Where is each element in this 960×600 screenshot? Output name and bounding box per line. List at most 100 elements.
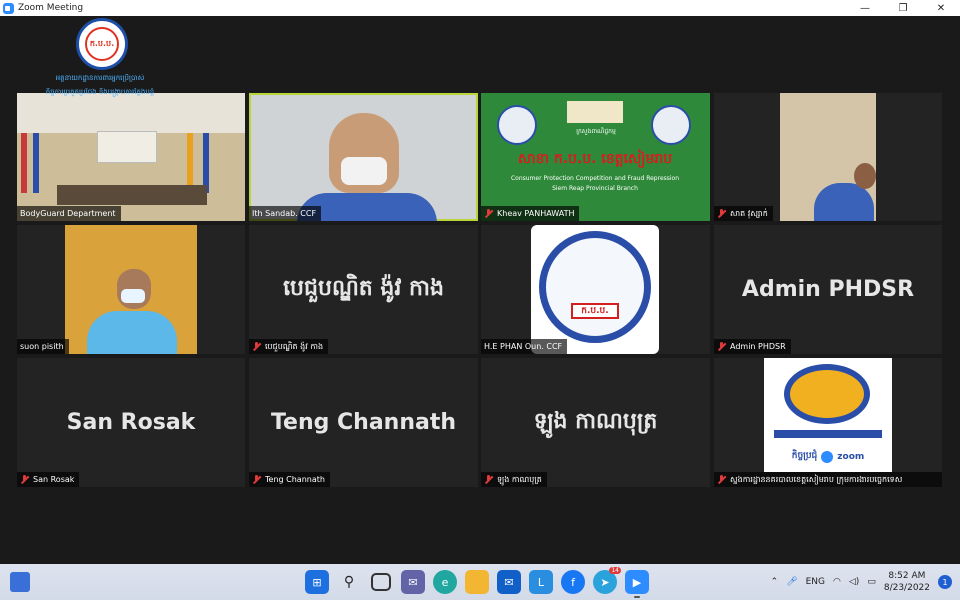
chevron-up-icon[interactable]: ⌃ bbox=[771, 577, 779, 587]
logo-ribbon bbox=[774, 430, 882, 438]
window-title: Zoom Meeting bbox=[18, 3, 84, 13]
flag bbox=[33, 133, 39, 193]
participant-tile-khmer-user[interactable]: បេជួបណ្ឌិត ង៉ូវ កាង បេជួបណ្ឌិត ង៉ូវ កាង bbox=[249, 225, 478, 354]
zoom-logo-icon bbox=[821, 450, 834, 463]
banner-title: សាខា ក.ប.ប. ខេត្តសៀមរាប bbox=[517, 151, 673, 167]
system-clock[interactable]: 8:52 AM 8/23/2022 bbox=[884, 570, 930, 594]
participant-tile-ith-sandab[interactable]: Ith Sandab. CCF bbox=[249, 93, 478, 221]
maximize-button[interactable]: ❐ bbox=[884, 0, 922, 16]
muted-mic-icon bbox=[717, 342, 726, 351]
battery-icon[interactable]: ▭ bbox=[867, 577, 876, 587]
meeting-gallery: ក.ប.ប. អគ្គនាយកដ្ឋានការពារអ្នកប្រើប្រាស់… bbox=[0, 16, 960, 564]
zoom-icon[interactable]: ▶ bbox=[625, 570, 649, 598]
participant-display-name: Teng Channath bbox=[270, 410, 457, 435]
logo-text: ក.ប.ប. bbox=[571, 303, 619, 319]
meeting-caption: កិច្ចប្រជុំ bbox=[791, 451, 818, 461]
shirt bbox=[87, 311, 177, 354]
telegram-icon[interactable]: ➤ 14 bbox=[593, 567, 621, 594]
flag bbox=[21, 133, 27, 193]
window-controls: — ❐ ✕ bbox=[846, 0, 960, 16]
minimize-button[interactable]: — bbox=[846, 0, 884, 16]
banner-portraits bbox=[567, 101, 623, 123]
ccf-logo-icon bbox=[651, 105, 691, 145]
participant-tile-kheav[interactable]: ក្រសួងពាណិជ្ជកម្ម សាខា ក.ប.ប. ខេត្តសៀមរា… bbox=[481, 93, 710, 221]
participant-tile-zoom-user[interactable]: កិច្ចប្រជុំ zoom ស្នងការដ្ឋាននគរបាលខេត្ត… bbox=[714, 358, 942, 487]
flag bbox=[187, 133, 193, 193]
telegram-badge: 14 bbox=[609, 567, 621, 574]
org-text-line2: កិច្ចការប្រកួតប្រជែង និងបង្ក្រាបការក្លែង… bbox=[45, 88, 155, 96]
flag bbox=[203, 133, 209, 193]
l-app-icon[interactable]: L bbox=[529, 570, 553, 594]
participant-tile-sath[interactable]: សាត វុស្សាក់ bbox=[714, 93, 942, 221]
face-mask bbox=[121, 289, 145, 303]
emblem-text: ក.ប.ប. bbox=[85, 27, 119, 61]
task-view-icon[interactable] bbox=[371, 573, 391, 591]
participant-name: Admin PHDSR bbox=[714, 339, 791, 354]
banner-ministry: ក្រសួងពាណិជ្ជកម្ម bbox=[576, 128, 616, 135]
wifi-icon[interactable]: ◠ bbox=[833, 577, 841, 587]
muted-mic-icon bbox=[20, 475, 29, 484]
widgets-icon[interactable] bbox=[10, 572, 30, 592]
zoom-branding: កិច្ចប្រជុំ zoom bbox=[774, 450, 882, 463]
participant-name: Teng Channath bbox=[249, 472, 330, 487]
participant-name: បេជួបណ្ឌិត ង៉ូវ កាង bbox=[249, 339, 329, 354]
participant-display-name: San Rosak bbox=[66, 410, 196, 435]
microphone-icon[interactable]: 🎤︎ bbox=[786, 577, 797, 587]
mail-icon[interactable]: ✉ bbox=[497, 570, 521, 594]
window-titlebar: Zoom Meeting — ❐ ✕ bbox=[0, 0, 960, 16]
volume-icon[interactable]: ◁) bbox=[849, 577, 859, 587]
zoom-label: zoom bbox=[837, 451, 865, 462]
participant-name: San Rosak bbox=[17, 472, 80, 487]
ccf-emblem-icon: ក.ប.ប. bbox=[76, 18, 128, 70]
facebook-icon[interactable]: f bbox=[561, 570, 585, 594]
participant-name: ឡូង កាណបុត្រ bbox=[481, 472, 547, 487]
muted-mic-icon bbox=[717, 475, 726, 484]
clock-time: 8:52 AM bbox=[888, 571, 926, 581]
participant-tile-phan[interactable]: ក.ប.ប. H.E PHAN Oun. CCF bbox=[481, 225, 710, 354]
participant-display-name: បេជួបណ្ឌិត ង៉ូវ កាង bbox=[283, 275, 444, 301]
participant-name: H.E PHAN Oun. CCF bbox=[481, 339, 568, 354]
participant-name: សាត វុស្សាក់ bbox=[714, 206, 773, 221]
banner-subtitle-2: Siem Reap Provincial Branch bbox=[552, 185, 638, 192]
ministry-logo-icon bbox=[497, 105, 537, 145]
close-button[interactable]: ✕ bbox=[922, 0, 960, 16]
wall-portrait bbox=[97, 131, 157, 163]
participant-name: Kheav PANHAWATH bbox=[481, 206, 580, 221]
face-mask bbox=[341, 157, 387, 185]
conference-table bbox=[57, 185, 207, 205]
chat-icon[interactable]: ✉ bbox=[401, 570, 425, 594]
participant-tile-admin-phdsr[interactable]: Admin PHDSR Admin PHDSR bbox=[714, 225, 942, 354]
participant-tile-teng-channath[interactable]: Teng Channath Teng Channath bbox=[249, 358, 478, 487]
muted-mic-icon bbox=[484, 209, 493, 218]
participant-name: Ith Sandab. CCF bbox=[249, 206, 322, 221]
org-text-line1: អគ្គនាយកដ្ឋានការពារអ្នកប្រើប្រាស់ bbox=[55, 74, 145, 82]
edge-icon[interactable]: e bbox=[433, 570, 457, 594]
clock-date: 8/23/2022 bbox=[883, 583, 930, 593]
participant-tile-khmer-user2[interactable]: ឡូង កាណបុត្រ ឡូង កាណបុត្រ bbox=[481, 358, 710, 487]
system-tray: ⌃ 🎤︎ ENG ◠ ◁) ▭ 8:52 AM 8/23/2022 1 bbox=[771, 564, 952, 600]
muted-mic-icon bbox=[484, 475, 493, 484]
file-explorer-icon[interactable] bbox=[465, 570, 489, 594]
muted-mic-icon bbox=[717, 209, 726, 218]
notification-badge[interactable]: 1 bbox=[938, 575, 952, 589]
ccf-logo-icon bbox=[539, 231, 651, 343]
participant-name: ស្នងការដ្ឋាននគរបាលខេត្តសៀមរាប ក្រុមការងា… bbox=[714, 472, 942, 487]
windows-taskbar: ⊞ ⚲ ✉ e ✉ L f ➤ 14 ▶ ⌃ 🎤︎ ENG ◠ ◁) ▭ 8:52… bbox=[0, 564, 960, 600]
participant-tile-suon-pisith[interactable]: suon pisith bbox=[17, 225, 245, 354]
participant-tile-san-rosak[interactable]: San Rosak San Rosak bbox=[17, 358, 245, 487]
participant-display-name: Admin PHDSR bbox=[741, 277, 915, 302]
taskbar-apps: ⊞ ⚲ ✉ e ✉ L f ➤ 14 ▶ bbox=[305, 567, 649, 598]
muted-mic-icon bbox=[252, 342, 261, 351]
search-icon[interactable]: ⚲ bbox=[337, 570, 361, 594]
participant-tile-bodyguard[interactable]: BodyGuard Department bbox=[17, 93, 245, 221]
person-face bbox=[854, 163, 876, 189]
police-logo-icon bbox=[784, 364, 870, 424]
muted-mic-icon bbox=[252, 475, 261, 484]
banner-subtitle-1: Consumer Protection Competition and Frau… bbox=[510, 175, 680, 182]
participant-name: BodyGuard Department bbox=[17, 206, 121, 221]
participant-display-name: ឡូង កាណបុត្រ bbox=[533, 408, 658, 434]
language-indicator[interactable]: ENG bbox=[806, 577, 825, 587]
zoom-app-icon bbox=[3, 2, 14, 14]
windows-start-icon[interactable]: ⊞ bbox=[305, 570, 329, 594]
organization-logo: ក.ប.ប. អគ្គនាយកដ្ឋានការពារអ្នកប្រើប្រាស់… bbox=[10, 18, 190, 106]
